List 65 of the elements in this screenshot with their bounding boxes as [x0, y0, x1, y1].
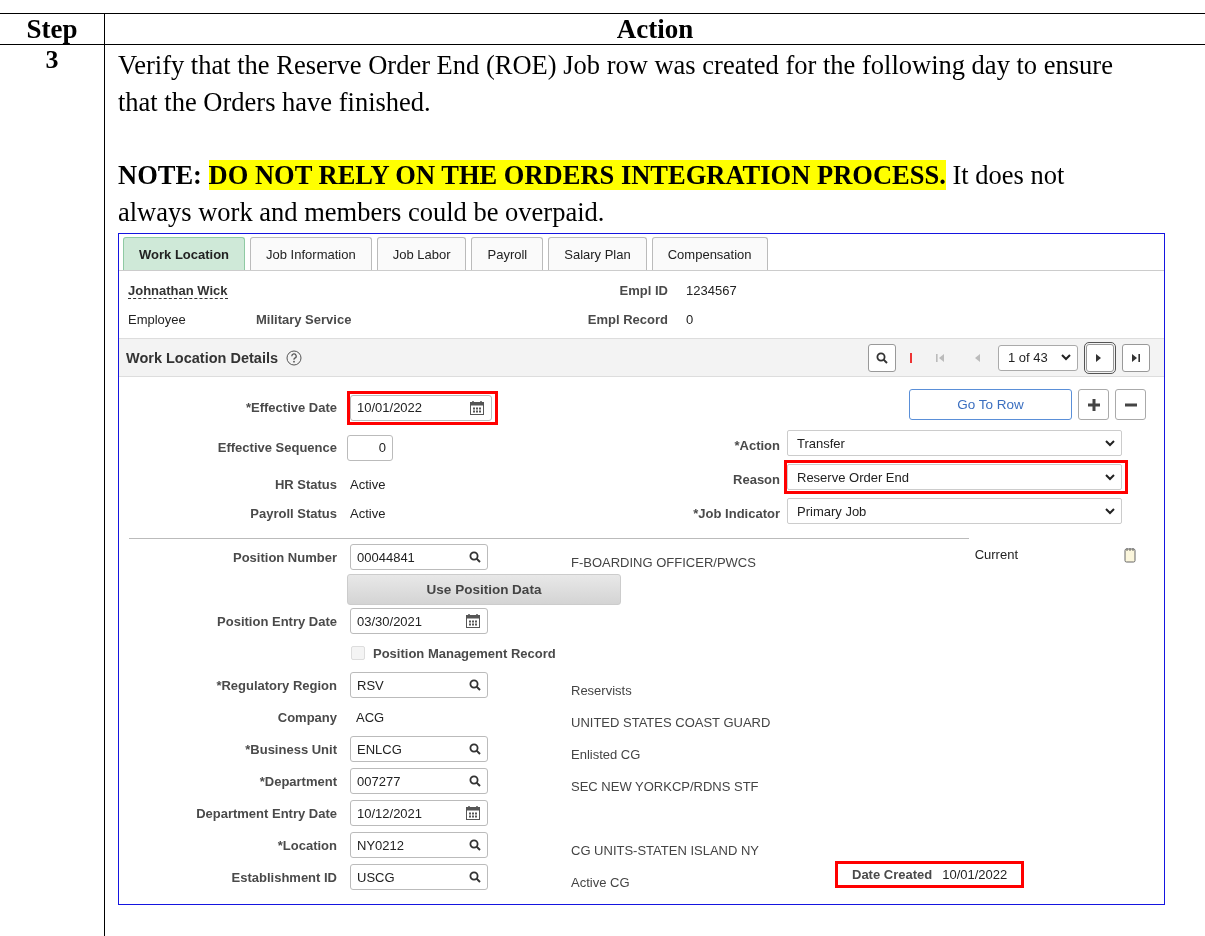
section-title: Work Location Details [126, 349, 278, 366]
tab[interactable]: Job Information [250, 237, 372, 270]
field-label: *Business Unit [244, 741, 337, 757]
field-description: Reservists [571, 681, 633, 698]
column-header: Action [615, 14, 695, 44]
empl-record-value: 0 [686, 312, 695, 328]
empl-id-label: Empl ID [618, 283, 669, 299]
lookup-field[interactable]: USCG [350, 864, 488, 890]
lookup-field[interactable]: ENLCG [350, 736, 488, 762]
checkbox-label: Position Management Record [373, 645, 556, 661]
dropdown[interactable]: Primary Job [787, 498, 1122, 524]
tab[interactable]: Work Location [123, 237, 246, 270]
field-label: Department Entry Date [195, 805, 337, 821]
dropdown[interactable]: Transfer [787, 430, 1122, 456]
date-field[interactable]: 03/30/2021 [350, 608, 488, 634]
field-label: *Location [276, 837, 337, 853]
dropdown[interactable]: Reserve Order End [787, 464, 1122, 490]
tab[interactable]: Job Labor [376, 237, 467, 270]
field-label: Position Number [232, 549, 337, 565]
tab[interactable]: Salary Plan [548, 237, 647, 270]
step-number: 3 [45, 45, 59, 74]
field-label: Establishment ID [230, 869, 337, 885]
employee-type: Employee [128, 312, 187, 328]
empl-record-label: Empl Record [586, 312, 669, 328]
note-paragraph: NOTE: DO NOT RELY ON THE ORDERS INTEGRATION PROCESS. It does not always work and members could be overpaid. [118, 159, 1066, 229]
use-position-data-button[interactable]: Use Position Data [347, 573, 621, 605]
field-description: Enlisted CG [571, 745, 642, 762]
lookup-field[interactable]: RSV [350, 672, 488, 698]
field-label: Effective Sequence [216, 439, 337, 458]
date-created-label: Date Created [852, 867, 933, 882]
employee-category: Military Service [256, 312, 353, 328]
instruction-text: Verify that the Reserve Order End (ROE) Job row was created for the following day to ensure that the Orders have finished. [118, 49, 1114, 119]
field-label: HR Status [273, 475, 337, 494]
employee-name-link[interactable]: Johnathan Wick [128, 282, 228, 299]
lookup-field[interactable]: 007277 [350, 768, 488, 794]
date-field[interactable]: 10/01/2022 [350, 394, 492, 421]
field-label: Payroll Status [249, 504, 337, 523]
field-description: CG UNITS-STATEN ISLAND NY [571, 841, 761, 858]
empl-id-value: 1234567 [686, 283, 738, 299]
field-label: Company [276, 709, 337, 725]
field-description: UNITED STATES COAST GUARD [571, 713, 772, 730]
field-label: *Department [258, 773, 337, 789]
date-created-value: 10/01/2022 [942, 867, 1008, 882]
field-label: Reason [732, 470, 780, 487]
field-label: *Regulatory Region [215, 677, 337, 693]
field-description: F-BOARDING OFFICER/PWCS [571, 553, 757, 570]
page-dropdown[interactable]: 1 of 43 [998, 344, 1078, 371]
field-label: *Action [733, 436, 780, 453]
field-description: SEC NEW YORKCP/RDNS STF [571, 777, 760, 794]
date-field[interactable]: 10/12/2021 [350, 800, 488, 826]
lookup-field[interactable]: NY0212 [350, 832, 488, 858]
lookup-field[interactable]: 00044841 [350, 544, 488, 570]
field-label: *Job Indicator [692, 504, 780, 521]
go-to-row-button[interactable]: Go To Row [909, 389, 1072, 420]
field-description: Active CG [571, 873, 631, 890]
sequence-field[interactable]: 0 [347, 434, 393, 461]
field-value: ACG [355, 709, 385, 725]
tab[interactable]: Compensation [651, 237, 768, 270]
field-label: *Effective Date [244, 399, 337, 418]
field-label: Position Entry Date [216, 613, 337, 629]
tab[interactable]: Payroll [471, 237, 544, 270]
status-value: Active [350, 476, 386, 492]
status-value: Active [350, 505, 386, 521]
column-header: Step [0, 14, 105, 44]
status-text: Current [974, 547, 1018, 562]
